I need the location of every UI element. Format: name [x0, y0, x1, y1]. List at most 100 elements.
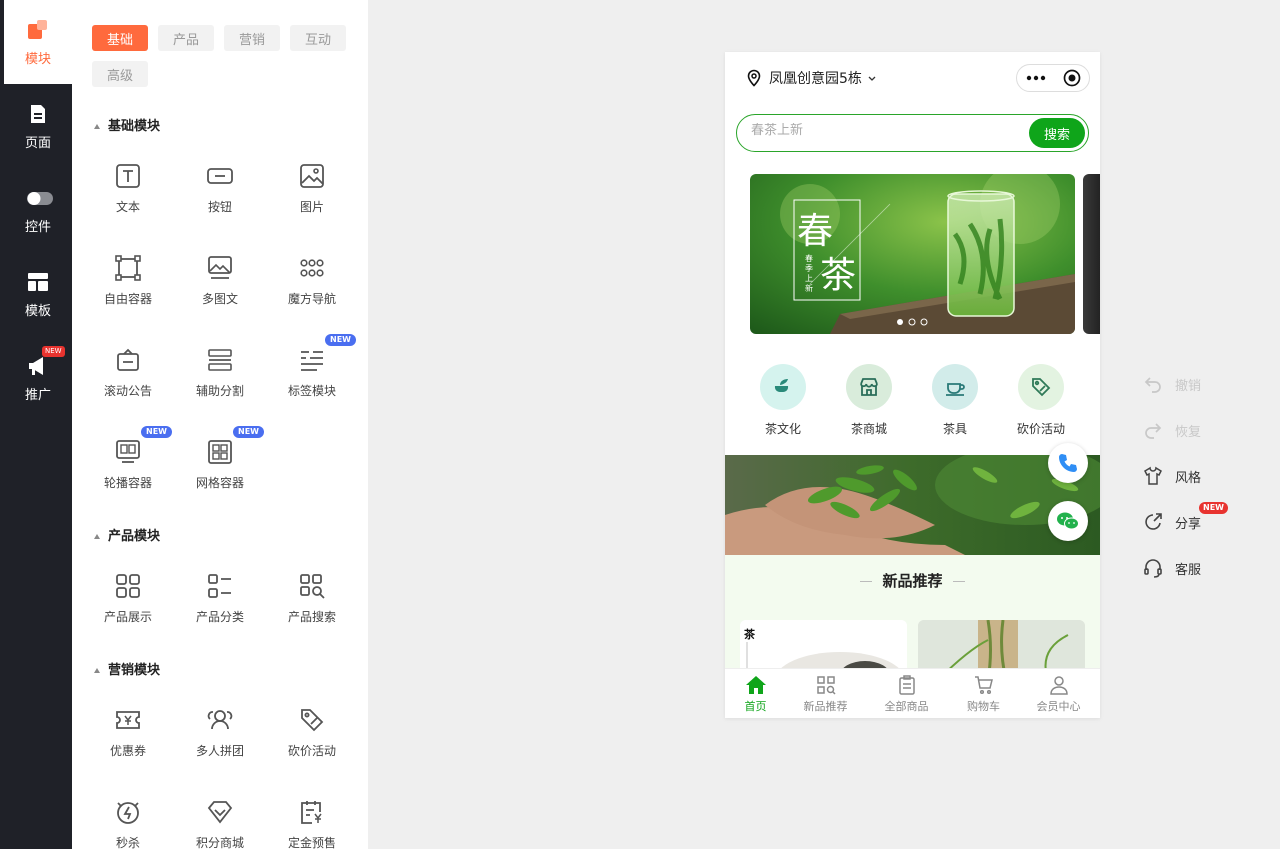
template-icon [26, 270, 50, 294]
tile-image[interactable]: 图片 [266, 152, 358, 232]
teaset-icon [932, 364, 978, 410]
tab-home[interactable]: 首页 [725, 669, 793, 718]
tile-grid-container[interactable]: 网格容器 NEW [174, 426, 266, 508]
nav-item-control[interactable]: 控件 [4, 168, 72, 252]
tab-new-products[interactable]: 新品推荐 [788, 669, 863, 718]
bargain-tag-icon [301, 709, 324, 732]
grid-search-icon [816, 675, 836, 695]
location-selector[interactable]: 凤凰创意园5栋 [745, 68, 878, 88]
left-nav: 模块 页面 控件 模板 NEW 推广 [0, 0, 72, 849]
nav-item-label: 模块 [24, 51, 51, 67]
tile-group-buy[interactable]: 多人拼团 [174, 696, 266, 776]
tab-basic[interactable]: 基础 [92, 25, 148, 51]
product-search-icon [300, 574, 325, 599]
tile-product-display[interactable]: 产品展示 [82, 562, 174, 642]
cart-icon [974, 675, 993, 694]
new-badge: NEW [233, 426, 264, 438]
tile-coupon[interactable]: 优惠券 [82, 696, 174, 776]
text-icon [116, 164, 140, 188]
quick-nav-tea-mall[interactable]: 茶商城 [829, 364, 909, 437]
nav-item-template[interactable]: 模板 [4, 252, 72, 336]
coupon-icon [116, 711, 140, 729]
search-bar: 搜索 [736, 114, 1089, 152]
toggle-icon [26, 186, 53, 210]
megaphone-icon: NEW [26, 345, 65, 378]
tab-interaction[interactable]: 互动 [290, 25, 346, 51]
nav-item-promote[interactable]: NEW 推广 [4, 336, 72, 420]
tile-flash-sale[interactable]: 秒杀 [82, 788, 174, 849]
redo-icon [1145, 423, 1162, 439]
shirt-icon [1144, 466, 1162, 485]
tab-advanced[interactable]: 高级 [92, 61, 148, 87]
tile-bargain[interactable]: 砍价活动 [266, 696, 358, 776]
section-title-product[interactable]: 产品模块 [94, 525, 160, 544]
button-icon [207, 168, 233, 184]
undo-button[interactable]: 撤销 [1143, 370, 1253, 398]
phone-preview: 凤凰创意园5栋 搜索 [725, 52, 1100, 718]
nav-item-page[interactable]: 页面 [4, 84, 72, 168]
collapse-triangle-icon [94, 124, 100, 129]
banner-next-slide [1083, 174, 1100, 334]
nav-item-label: 页面 [24, 135, 51, 151]
banner-small-text: 春季上新 [805, 254, 813, 293]
shop-icon [846, 364, 892, 410]
location-label: 凤凰创意园5栋 [769, 71, 862, 87]
tile-divider[interactable]: 辅助分割 [174, 336, 266, 416]
quick-nav-bargain[interactable]: 砍价活动 [1001, 364, 1081, 437]
tile-carousel-container[interactable]: 轮播容器 NEW [82, 426, 174, 508]
more-dots-icon[interactable] [1026, 74, 1046, 82]
flash-sale-icon [117, 802, 139, 824]
tab-member-center[interactable]: 会员中心 [1021, 669, 1096, 718]
bottom-tabbar: 首页 新品推荐 全部商品 购物车 会员中心 [725, 668, 1100, 718]
tile-scroll-notice[interactable]: 滚动公告 [82, 336, 174, 416]
section-title-basic[interactable]: 基础模块 [94, 115, 160, 134]
undo-icon [1144, 377, 1161, 393]
multi-image-icon [208, 256, 232, 279]
share-button[interactable]: 分享 NEW [1143, 502, 1253, 536]
collapse-triangle-icon [94, 534, 100, 539]
chevron-down-icon [868, 76, 876, 81]
search-input[interactable] [751, 123, 1001, 138]
tile-cube-nav[interactable]: 魔方导航 [266, 244, 358, 324]
tile-multi-image-text[interactable]: 多图文 [174, 244, 266, 324]
style-button[interactable]: 风格 [1143, 462, 1253, 490]
tile-product-search[interactable]: 产品搜索 [266, 562, 358, 642]
tile-tag-module[interactable]: 标签模块 NEW [266, 334, 358, 416]
nav-item-label: 模板 [24, 303, 51, 319]
phone-icon [1059, 454, 1077, 472]
tile-free-container[interactable]: 自由容器 [82, 244, 174, 324]
tile-text[interactable]: 文本 [82, 152, 174, 232]
wechat-button[interactable] [1048, 501, 1088, 541]
category-list-icon [208, 574, 231, 598]
quick-nav-tea-culture[interactable]: 茶文化 [743, 364, 823, 437]
section-title-marketing[interactable]: 营销模块 [94, 659, 160, 678]
tab-product[interactable]: 产品 [158, 25, 214, 51]
tile-button[interactable]: 按钮 [174, 152, 266, 232]
page-icon [26, 102, 50, 126]
collapse-triangle-icon [94, 668, 100, 673]
phone-call-button[interactable] [1048, 443, 1088, 483]
card-caption: 茶 [744, 628, 755, 641]
cube-nav-icon [300, 259, 324, 277]
banner-carousel[interactable]: 春 茶 春季上新 [750, 174, 1075, 334]
carousel-icon [116, 440, 140, 463]
banner-image [750, 174, 1075, 334]
tab-cart[interactable]: 购物车 [946, 669, 1021, 718]
nav-item-module[interactable]: 模块 [4, 0, 72, 84]
tile-deposit-presale[interactable]: 定金预售 [266, 788, 358, 849]
new-badge: NEW [325, 334, 356, 346]
mini-program-capsule [1016, 64, 1090, 92]
close-target-icon[interactable] [1063, 69, 1081, 87]
redo-button[interactable]: 恢复 [1143, 416, 1253, 444]
image-icon [300, 164, 324, 188]
tile-points-mall[interactable]: 积分商城 [174, 788, 266, 849]
tile-product-category[interactable]: 产品分类 [174, 562, 266, 642]
module-icon [26, 18, 50, 42]
customer-service-button[interactable]: 客服 [1143, 554, 1253, 582]
tab-marketing[interactable]: 营销 [224, 25, 280, 51]
tag-list-icon [301, 351, 323, 371]
tab-all-products[interactable]: 全部商品 [869, 669, 944, 718]
component-panel: 基础 产品 营销 互动 高级 基础模块 文本 按钮 图片 自由容器 多图文 魔方… [72, 0, 368, 849]
search-button[interactable]: 搜索 [1029, 118, 1085, 148]
quick-nav-tea-set[interactable]: 茶具 [915, 364, 995, 437]
